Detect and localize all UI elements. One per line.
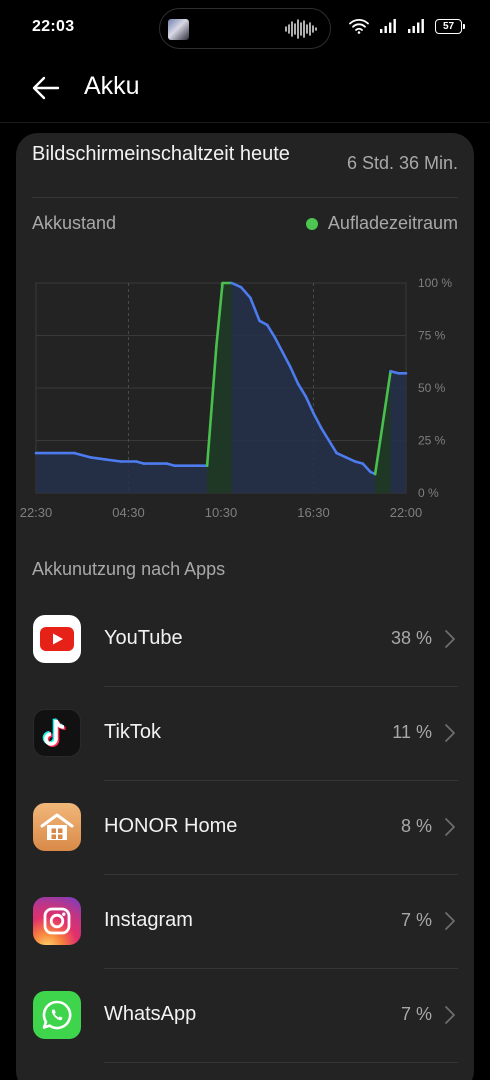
status-bar: 22:03 57: [0, 0, 490, 56]
y-tick-label: 100 %: [418, 276, 452, 290]
x-tick-label: 04:30: [112, 505, 145, 520]
header-divider: [0, 122, 490, 123]
app-row-honor-home[interactable]: HONOR Home 8 %: [16, 781, 474, 875]
status-time: 22:03: [32, 18, 75, 35]
x-tick-label: 22:30: [20, 505, 53, 520]
whatsapp-icon: [33, 991, 81, 1039]
battery-icon: 57: [435, 18, 465, 34]
app-row-instagram[interactable]: Instagram 7 %: [16, 875, 474, 969]
wifi-icon: [349, 19, 369, 34]
app-usage-title: Akkunutzung nach Apps: [32, 559, 226, 579]
tiktok-icon: [33, 709, 81, 757]
youtube-icon: [33, 615, 81, 663]
chevron-right-icon: [445, 912, 455, 930]
app-percent: 7 %: [400, 910, 432, 930]
y-tick-label: 50 %: [418, 381, 446, 395]
charging-legend: Aufladezeitraum: [305, 213, 458, 234]
app-row-youtube[interactable]: YouTube 38 %: [16, 593, 474, 687]
chevron-right-icon: [445, 818, 455, 836]
chevron-right-icon: [445, 724, 455, 742]
battery-chart[interactable]: 100 % 75 % 50 % 25 % 0 % 22:30 04:30 10:30 16:30…: [16, 273, 474, 533]
y-tick-label: 75 %: [418, 329, 446, 343]
app-row-tiktok[interactable]: TikTok 11 %: [16, 687, 474, 781]
battery-state-label: Akkustand: [32, 213, 117, 233]
app-name: HONOR Home: [104, 815, 238, 837]
x-tick-label: 22:00: [390, 505, 423, 520]
app-row-whatsapp[interactable]: WhatsApp 7 %: [16, 969, 474, 1063]
battery-level: 57: [442, 20, 455, 32]
signal-icon: [380, 19, 396, 33]
y-tick-label: 25 %: [418, 434, 446, 448]
chevron-right-icon: [445, 630, 455, 648]
app-name: WhatsApp: [104, 1003, 197, 1025]
app-percent: 8 %: [400, 816, 432, 836]
page-title: Akku: [84, 72, 140, 100]
app-percent: 38 %: [390, 628, 432, 648]
app-name: TikTok: [104, 721, 162, 743]
header: Akku: [0, 60, 490, 116]
dynamic-island[interactable]: [159, 8, 331, 49]
app-name: Instagram: [104, 909, 193, 931]
screen-time-label: Bildschirmeinschaltzeit heute: [32, 143, 290, 165]
row-divider: [104, 1062, 458, 1063]
audio-waveform-icon: [285, 19, 317, 39]
screen-time-value: 6 Std. 36 Min.: [346, 153, 458, 173]
x-tick-label: 16:30: [297, 505, 330, 520]
chevron-right-icon: [445, 1006, 455, 1024]
back-arrow-icon[interactable]: [28, 70, 64, 106]
y-tick-label: 0 %: [418, 486, 439, 500]
charging-legend-label: Aufladezeitraum: [327, 213, 458, 233]
app-name: YouTube: [104, 627, 183, 649]
media-thumbnail-icon: [168, 19, 189, 40]
charging-dot-icon: [305, 217, 318, 230]
honor-home-icon: [33, 803, 81, 851]
status-icons: 57: [349, 18, 465, 34]
battery-card: Bildschirmeinschaltzeit heute 6 Std. 36 …: [16, 133, 474, 1080]
signal-icon-2: [408, 19, 424, 33]
app-list: YouTube 38 % TikTok 11 % HONOR Home 8 % …: [16, 593, 474, 1063]
app-percent: 7 %: [400, 1004, 432, 1024]
divider: [32, 197, 458, 198]
x-tick-label: 10:30: [205, 505, 238, 520]
app-percent: 11 %: [392, 722, 432, 742]
instagram-icon: [33, 897, 81, 945]
